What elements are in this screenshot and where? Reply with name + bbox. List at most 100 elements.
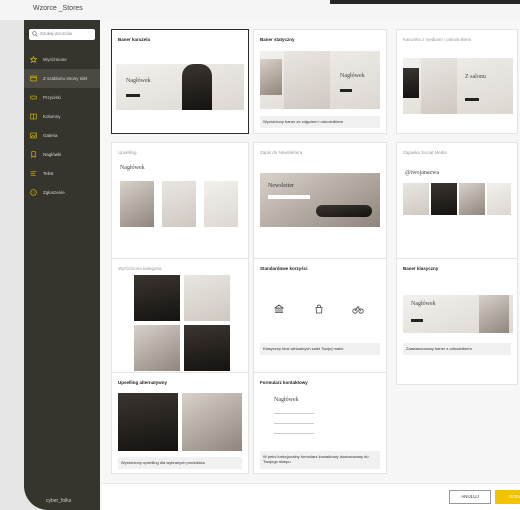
card-title: Standardowe korzyści [260, 266, 308, 271]
brand-label: cyber_folks [46, 498, 72, 504]
sidebar-item-buttons[interactable]: Przyciski [24, 88, 100, 107]
sidebar-item-columns[interactable]: Kolumny [24, 107, 100, 126]
preview-heading: Newsletter [268, 183, 294, 189]
pattern-card-static-banner[interactable]: Baner statyczny Nagłówek Wyróżniony bane… [253, 29, 387, 134]
card-preview [431, 183, 457, 215]
columns-icon [30, 113, 37, 120]
sidebar-item-featured[interactable]: Wyróżnione [24, 50, 100, 69]
preview-photo [421, 58, 457, 114]
card-caption: Zaawansowany baner z odnośnikiem [403, 343, 511, 355]
preview-button [411, 319, 423, 322]
pattern-card-standard-benefits[interactable]: Standardowe korzyści Klasyczny blok wirt… [253, 258, 387, 385]
sidebar-item-label: Zgłoszenie [43, 190, 65, 195]
sidebar-item-submission[interactable]: ? Zgłoszenie [24, 183, 100, 202]
preview-photo [403, 68, 419, 98]
star-icon [30, 56, 37, 63]
card-title: Upselling alternatywny [118, 380, 168, 385]
preview-heading: Nagłówek [274, 397, 299, 403]
question-icon: ? [30, 189, 37, 196]
category-nav: Wyróżnione Z szablonu strony Ideł Przyci… [24, 50, 100, 202]
preview-heading: Nagłówek [126, 78, 151, 84]
pattern-card-featured-category[interactable]: Wyróżniona kategoria [111, 258, 249, 385]
sidebar-item-gallery[interactable]: Galeria [24, 126, 100, 145]
pattern-card-classic-banner[interactable]: Baner klasyczny Nagłówek Zaawansowany ba… [396, 258, 518, 385]
card-title: Zapis do Newslettera [260, 150, 303, 155]
text-icon [30, 171, 37, 176]
pattern-card-newsletter[interactable]: Zapis do Newslettera Newsletter [253, 142, 387, 262]
sidebar-footer: cyber_folks [24, 490, 100, 510]
preview-button [465, 98, 479, 101]
sidebar-item-label: Tekst [43, 171, 54, 176]
template-icon [30, 75, 37, 82]
search-icon [32, 31, 38, 37]
bookmark-icon [31, 151, 36, 158]
bank-icon [274, 304, 284, 313]
card-preview [118, 393, 178, 451]
card-title: Formularz kontaktowy [260, 380, 308, 385]
card-caption: Klasyczny blok wirtualnych zalet Twojej … [260, 343, 380, 355]
bag-icon [315, 304, 323, 314]
preview-field [274, 413, 314, 414]
preview-heading: Nagłówek [411, 301, 436, 307]
sidebar-item-page-template[interactable]: Z szablonu strony Ideł [24, 69, 100, 88]
preview-photo [284, 51, 330, 109]
preview-photo [316, 205, 372, 217]
card-caption: W pełni funkcjonalny formularz kontaktow… [260, 451, 380, 469]
bike-icon [352, 306, 364, 314]
add-button[interactable]: DODAJ [495, 490, 520, 504]
preview-field [274, 423, 314, 424]
card-preview: Nagłówek [116, 64, 244, 110]
pattern-card-social-teaser[interactable]: Zajawka Social Media @twojanazwa [396, 142, 518, 262]
card-title: Zajawka Social Media [403, 150, 447, 155]
window-title: Wzorce _Stores [33, 5, 83, 12]
card-preview: Newsletter [260, 173, 380, 227]
preview-field [274, 433, 314, 434]
sidebar-item-text[interactable]: Tekst [24, 164, 100, 183]
sidebar-item-label: Przyciski [43, 95, 61, 100]
preview-photo [260, 59, 282, 95]
pattern-card-contact-form[interactable]: Formularz kontaktowy Nagłówek W pełni fu… [253, 372, 387, 474]
cancel-button[interactable]: ANULUJ [449, 490, 491, 504]
card-preview [134, 325, 180, 371]
card-title: Baner statyczny [260, 37, 295, 42]
sidebar-item-label: Z szablonu strony Ideł [43, 76, 88, 81]
card-preview [134, 275, 180, 321]
search-input[interactable]: Szukaj wzorców [29, 29, 95, 40]
pattern-card-alt-upselling[interactable]: Upselling alternatywny Wyróżniony upsell… [111, 372, 249, 474]
card-preview [162, 181, 196, 227]
top-dark-strip [330, 0, 520, 4]
card-preview [459, 183, 485, 215]
search-placeholder: Szukaj wzorców [40, 31, 73, 36]
card-preview [182, 393, 242, 451]
card-preview: Z salonu [403, 58, 513, 114]
card-preview [487, 183, 511, 215]
pattern-card-media-carousel[interactable]: Karuzela z mediami i odnośnikiem Z salon… [396, 29, 518, 134]
card-title: Karuzela z mediami i odnośnikiem [403, 37, 472, 42]
sidebar-item-label: Nagłówki [43, 152, 62, 157]
card-caption: Wyróżniony upselling dla wybranych produ… [118, 457, 242, 469]
svg-text:?: ? [33, 191, 35, 195]
preview-button [126, 94, 140, 97]
card-preview [120, 181, 154, 227]
sidebar-item-headings[interactable]: Nagłówki [24, 145, 100, 164]
card-preview [204, 181, 238, 227]
sidebar-item-label: Wyróżnione [43, 57, 67, 62]
card-preview [403, 183, 429, 215]
card-caption: Wyróżniony baner ze zdjęciem i odnośniki… [260, 116, 380, 128]
sidebar-item-label: Kolumny [43, 114, 61, 119]
pattern-card-upselling[interactable]: Upselling Nagłówek [111, 142, 249, 262]
modal-footer: ANULUJ DODAJ [102, 483, 520, 510]
preview-heading: Nagłówek [120, 165, 145, 171]
card-preview: Nagłówek [260, 391, 380, 449]
button-icon [30, 95, 37, 100]
pattern-card-carousel-banner[interactable]: Baner karuzela Nagłówek [111, 29, 249, 134]
pattern-modal: Szukaj wzorców Wyróżnione Z szablonu str… [24, 20, 520, 510]
preview-photo [182, 64, 212, 110]
card-title: Baner klasyczny [403, 266, 439, 271]
card-title: Baner karuzela [118, 37, 151, 42]
card-preview: Nagłówek [260, 51, 380, 109]
card-preview: Nagłówek [403, 295, 513, 333]
gallery-icon [30, 132, 37, 139]
window-titlebar: Wzorce _Stores [0, 0, 520, 20]
card-preview [184, 275, 230, 321]
